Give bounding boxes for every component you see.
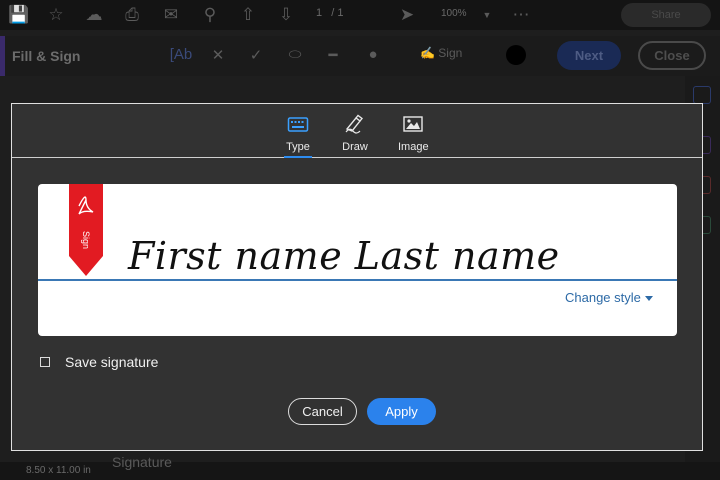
star-icon[interactable]: ☆ <box>45 4 67 26</box>
cancel-button[interactable]: Cancel <box>288 398 357 425</box>
mail-icon[interactable]: ✉ <box>160 4 182 26</box>
sign-pen-icon: ✍ <box>420 46 435 60</box>
tab-type[interactable]: Type <box>284 113 312 158</box>
sign-tool[interactable]: ✍ Sign <box>420 46 462 60</box>
save-signature-label[interactable]: Save signature <box>65 354 158 370</box>
tool-accent <box>0 36 5 76</box>
page-indicator[interactable]: 1 / 1 <box>316 7 344 19</box>
print-icon[interactable]: ⎙ <box>121 4 143 26</box>
top-toolbar: 💾 ☆ ☁ ⎙ ✉ ⚲ ⇧ ⇩ 1 / 1 ➤ 100% ▼ ⋯ Share <box>0 0 720 30</box>
panel-tool-icon[interactable] <box>693 86 711 104</box>
signature-tabs: Type Draw Image <box>12 104 702 158</box>
page-up-icon[interactable]: ⇧ <box>237 4 259 26</box>
tab-draw[interactable]: Draw <box>342 113 368 153</box>
save-signature-checkbox[interactable] <box>40 357 50 367</box>
page-down-icon[interactable]: ⇩ <box>275 4 297 26</box>
save-icon[interactable]: 💾 <box>8 4 30 26</box>
sign-tool-label: Sign <box>438 46 463 60</box>
signature-preview[interactable]: Sign First name Last name Change style <box>38 184 677 336</box>
change-style-label: Change style <box>565 290 641 305</box>
fill-sign-toolbar: Fill & Sign [Ab ✕ ✓ ⬭ ━ ● ✍ Sign Next Cl… <box>0 36 720 76</box>
add-text-icon[interactable]: [Ab <box>168 46 194 63</box>
image-icon <box>403 116 423 132</box>
fill-sign-title: Fill & Sign <box>12 48 81 64</box>
search-icon[interactable]: ⚲ <box>199 4 221 26</box>
save-signature-row: Save signature <box>40 354 158 370</box>
apply-button[interactable]: Apply <box>367 398 436 425</box>
signature-text: First name Last name <box>128 234 560 278</box>
checkmark-icon[interactable]: ✓ <box>243 46 269 64</box>
chevron-down-icon[interactable]: ▼ <box>476 4 498 26</box>
tab-selected-indicator <box>284 156 312 158</box>
chevron-down-icon <box>644 296 653 302</box>
share-button[interactable]: Share <box>621 3 711 27</box>
tab-image[interactable]: Image <box>398 113 429 153</box>
color-picker[interactable] <box>506 45 526 65</box>
tab-draw-label: Draw <box>342 141 368 153</box>
upload-cloud-icon[interactable]: ☁ <box>83 4 105 26</box>
cross-mark-icon[interactable]: ✕ <box>205 46 231 64</box>
cursor-icon[interactable]: ➤ <box>396 4 418 26</box>
page-current[interactable]: 1 <box>316 7 322 19</box>
page-size: 8.50 x 11.00 in <box>26 465 91 476</box>
keyboard-icon <box>287 117 309 132</box>
page-total: / 1 <box>331 7 344 19</box>
next-button[interactable]: Next <box>557 41 621 70</box>
tab-image-label: Image <box>398 141 429 153</box>
ellipse-icon[interactable]: ⬭ <box>282 46 308 63</box>
sign-here-bookmark: Sign <box>69 184 103 276</box>
status-bar: 8.50 x 11.00 in Signature <box>0 454 720 480</box>
signature-baseline <box>38 279 677 281</box>
more-icon[interactable]: ⋯ <box>510 4 532 26</box>
signature-dialog: Type Draw Image Sign First name Last nam… <box>11 103 703 451</box>
bookmark-label: Sign <box>81 231 91 249</box>
zoom-level[interactable]: 100% <box>441 8 467 19</box>
change-style-link[interactable]: Change style <box>565 290 653 305</box>
signature-heading: Signature <box>112 454 172 470</box>
tab-type-label: Type <box>286 141 310 153</box>
close-button[interactable]: Close <box>638 41 706 70</box>
line-icon[interactable]: ━ <box>320 46 346 64</box>
pen-icon <box>345 114 363 134</box>
dot-icon[interactable]: ● <box>360 46 386 63</box>
